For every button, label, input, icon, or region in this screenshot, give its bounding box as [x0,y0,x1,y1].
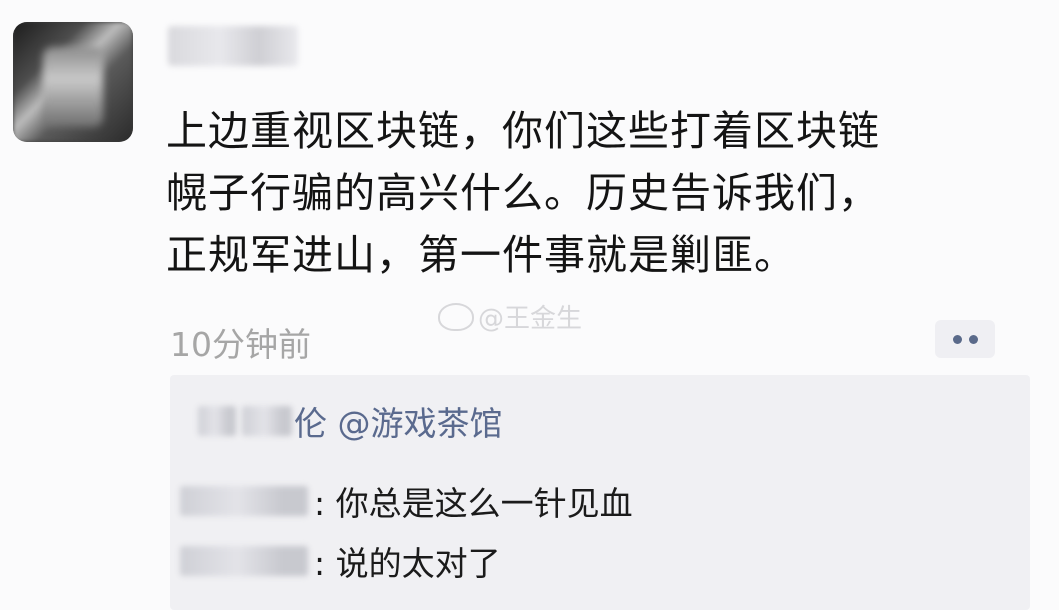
moments-post: 上边重视区块链，你们这些打着区块链 幌子行骗的高兴什么。历史告诉我们， 正规军进… [0,0,1059,610]
comment-row[interactable]: : 说的太对了 [180,537,501,585]
likes-text[interactable]: 伦 @游戏茶馆 [294,397,503,445]
comment-row[interactable]: : 你总是这么一针见血 [180,477,633,525]
liker-name-blurred[interactable] [242,406,292,436]
post-content-line: 正规军进山，第一件事就是剿匪。 [166,231,796,279]
watermark: @王金生 [438,298,582,335]
post-content-line: 上边重视区块链，你们这些打着区块链 [166,107,880,155]
comment-text: : 你总是这么一针见血 [314,484,633,523]
comment-text: : 说的太对了 [314,544,501,583]
more-dots-icon [952,334,962,344]
watermark-text: @王金生 [478,304,583,334]
post-content-line: 幌子行骗的高兴什么。历史告诉我们， [166,169,880,217]
author-name-blurred[interactable] [168,26,298,66]
comment-author-blurred[interactable] [180,546,308,576]
weibo-icon [438,302,474,331]
avatar[interactable] [13,22,133,142]
comment-author-blurred[interactable] [180,486,308,516]
liker-name-blurred[interactable] [198,406,236,436]
avatar-face-blur [43,47,103,127]
comment-section: 伦 @游戏茶馆 : 你总是这么一针见血 : 说的太对了 [170,375,1030,610]
likes-row: 伦 @游戏茶馆 [198,397,503,445]
post-content: 上边重视区块链，你们这些打着区块链 幌子行骗的高兴什么。历史告诉我们， 正规军进… [166,100,1046,286]
more-dots-icon [968,334,978,344]
post-timestamp: 10分钟前 [170,325,311,364]
more-actions-button[interactable] [935,320,995,358]
